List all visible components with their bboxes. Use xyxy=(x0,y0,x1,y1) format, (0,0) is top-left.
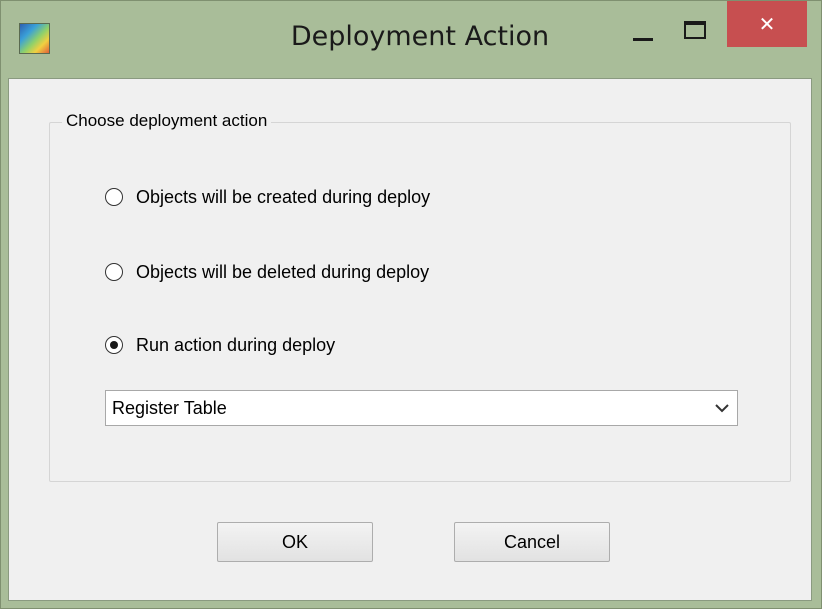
maximize-button[interactable] xyxy=(678,11,714,47)
dialog-content: Choose deployment action Objects will be… xyxy=(8,78,812,601)
radio-dot xyxy=(110,341,118,349)
chevron-down-icon[interactable] xyxy=(707,390,737,426)
radio-button[interactable] xyxy=(105,188,123,206)
close-icon: ✕ xyxy=(758,13,776,36)
dialog-window: Deployment Action ✕ Choose deployment ac… xyxy=(0,0,822,609)
radio-button-selected[interactable] xyxy=(105,336,123,354)
action-select-value: Register Table xyxy=(112,397,227,418)
maximize-icon xyxy=(684,21,706,39)
radio-run-action[interactable]: Run action during deploy xyxy=(105,332,335,358)
radio-objects-created[interactable]: Objects will be created during deploy xyxy=(105,184,430,210)
deployment-action-group: Choose deployment action Objects will be… xyxy=(49,111,791,482)
radio-label: Objects will be deleted during deploy xyxy=(136,261,430,282)
cancel-button[interactable]: Cancel xyxy=(454,522,610,562)
title-bar[interactable]: Deployment Action ✕ xyxy=(1,1,821,77)
group-legend: Choose deployment action xyxy=(62,111,272,131)
ok-button[interactable]: OK xyxy=(217,522,373,562)
radio-label: Objects will be created during deploy xyxy=(136,186,431,207)
radio-label: Run action during deploy xyxy=(136,334,336,355)
minimize-button[interactable] xyxy=(625,11,663,51)
action-select[interactable]: Register Table xyxy=(105,390,738,426)
close-button[interactable]: ✕ xyxy=(727,1,807,47)
minimize-icon xyxy=(633,38,653,41)
radio-button[interactable] xyxy=(105,263,123,281)
radio-objects-deleted[interactable]: Objects will be deleted during deploy xyxy=(105,259,429,285)
